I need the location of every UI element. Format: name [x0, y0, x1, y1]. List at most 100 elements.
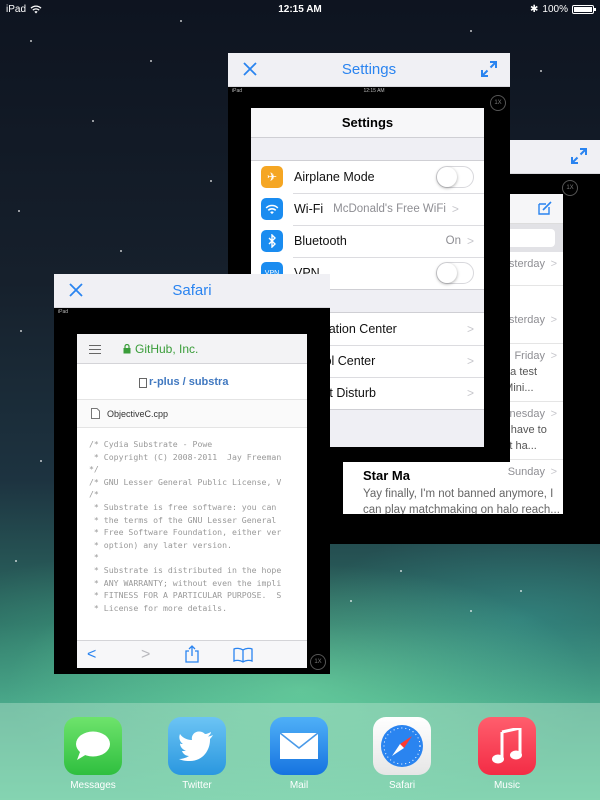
code-block: /* Cydia Substrate - Powe * Copyright (C… — [77, 428, 307, 614]
mail-icon[interactable] — [270, 717, 328, 775]
twitter-icon[interactable] — [168, 717, 226, 775]
dock-app-label: Messages — [70, 780, 116, 791]
lock-icon — [123, 344, 131, 354]
battery-percent: 100% — [542, 3, 568, 15]
card-title: Safari — [172, 282, 212, 299]
battery-icon — [572, 4, 596, 14]
mail-date: nesday — [509, 408, 545, 420]
messages-icon[interactable] — [64, 717, 122, 775]
device-name: iPad — [6, 3, 27, 15]
share-icon[interactable] — [185, 645, 199, 663]
dock-app-label: Mail — [289, 780, 309, 791]
airplane-mode-toggle[interactable] — [436, 166, 474, 188]
safari-toolbar: < > — [77, 640, 307, 668]
safari-card-titlebar[interactable]: Safari — [54, 274, 330, 308]
mail-date: sterday — [508, 314, 545, 326]
zoom-badge[interactable]: 1X — [562, 180, 578, 196]
dock-app-twitter[interactable]: Twitter — [162, 717, 232, 791]
expand-icon[interactable] — [570, 147, 588, 165]
code-line: * License for more details. — [89, 602, 228, 613]
dock-app-safari[interactable]: Safari — [367, 717, 437, 791]
mini-status-bar: iPad — [54, 308, 330, 316]
code-line: /* Cydia Substrate - Powe — [89, 439, 213, 449]
settings-row-label: Bluetooth — [294, 234, 347, 248]
airplane-icon: ✈ — [261, 166, 283, 188]
zoom-badge[interactable]: 1X — [310, 654, 326, 670]
code-line: * Copyright (C) 2008-2011 Jay Freeman — [89, 451, 282, 462]
compose-icon[interactable] — [537, 200, 553, 216]
back-icon[interactable]: < — [87, 646, 96, 664]
settings-row-label: Wi-Fi — [294, 202, 324, 216]
chevron-right-icon: > — [466, 234, 474, 248]
file-icon — [91, 408, 100, 419]
file-name: ObjectiveC.cpp — [107, 409, 169, 419]
dock-app-messages[interactable]: Messages — [58, 717, 128, 791]
code-line: * — [89, 552, 99, 563]
breadcrumb: r-plus / substra — [77, 364, 307, 400]
url-text: GitHub, Inc. — [135, 342, 199, 356]
settings-card-titlebar[interactable]: Settings — [228, 53, 510, 87]
breadcrumb-path[interactable]: r-plus / substra — [149, 376, 228, 388]
code-line: * Substrate is free software: you can — [89, 501, 277, 512]
chevron-right-icon: > — [466, 354, 474, 368]
wifi-icon — [261, 198, 283, 220]
code-line: * the terms of the GNU Lesser General — [89, 514, 277, 525]
settings-row-wifi[interactable]: Wi-Fi McDonald's Free WiFi > — [251, 193, 484, 225]
mail-date: Friday — [514, 350, 545, 362]
close-icon[interactable] — [66, 280, 86, 300]
address-bar[interactable]: GitHub, Inc. — [77, 334, 307, 364]
wifi-icon — [30, 4, 42, 13]
safari-icon[interactable] — [373, 717, 431, 775]
settings-row-airplane-mode[interactable]: ✈ Airplane Mode — [251, 161, 484, 193]
mini-status-bar: iPad 12:15 AM — [228, 87, 510, 95]
mail-sender: Star Ma — [363, 468, 410, 483]
dock-app-mail[interactable]: Mail — [264, 717, 334, 791]
clock: 12:15 AM — [363, 88, 385, 94]
card-title: Settings — [341, 61, 397, 78]
close-icon[interactable] — [240, 59, 260, 79]
dock-app-label: Safari — [388, 780, 416, 791]
code-line: * Free Software Foundation, either ver — [89, 527, 282, 538]
mail-date: Sunday — [507, 466, 545, 478]
code-line: /* GNU Lesser General Public License, V — [89, 476, 282, 487]
mail-preview-line: can play matchmaking on halo reach... — [363, 504, 560, 514]
safari-app-card[interactable]: iPad GitHub, Inc. r-plus / substra Objec… — [54, 308, 330, 674]
dock-app-music[interactable]: Music — [472, 717, 542, 791]
code-line: * Substrate is distributed in the hope — [89, 564, 282, 575]
bookmarks-icon[interactable] — [233, 647, 253, 663]
file-header: ObjectiveC.cpp — [77, 400, 307, 428]
settings-nav-title: Settings — [251, 108, 484, 138]
safari-screen: GitHub, Inc. r-plus / substra ObjectiveC… — [77, 334, 307, 668]
settings-row-label: Airplane Mode — [294, 170, 375, 184]
menu-icon[interactable] — [89, 345, 101, 357]
bluetooth-status-icon: ✱ — [530, 3, 539, 15]
chevron-right-icon: > — [451, 202, 459, 216]
dock-app-label: Twitter — [182, 780, 212, 791]
code-line: */ — [89, 464, 99, 475]
device-name: iPad — [232, 88, 243, 94]
code-line: /* — [89, 489, 99, 500]
code-line: * FITNESS FOR A PARTICULAR PURPOSE. S — [89, 590, 282, 601]
code-line: * ANY WARRANTY; without even the impli — [89, 577, 282, 588]
forward-icon[interactable]: > — [141, 646, 150, 664]
music-icon[interactable] — [478, 717, 536, 775]
clock: 12:15 AM — [278, 3, 322, 15]
dock-app-label: Music — [493, 780, 521, 791]
mail-preview-line: Yay finally, I'm not banned anymore, I — [363, 488, 554, 500]
code-line: * option) any later version. — [89, 539, 232, 550]
chevron-right-icon: > — [466, 386, 474, 400]
wifi-network-value: McDonald's Free WiFi — [333, 203, 446, 215]
settings-group-connectivity: ✈ Airplane Mode Wi-Fi McDonald's Free Wi… — [251, 160, 484, 290]
bluetooth-icon — [261, 230, 283, 252]
vpn-toggle[interactable] — [436, 262, 474, 284]
mail-row[interactable]: Star Ma Sunday > Yay finally, I'm not ban… — [343, 460, 563, 514]
mail-date: sterday — [508, 258, 545, 270]
device-name: iPad — [58, 309, 69, 315]
settings-row-bluetooth[interactable]: Bluetooth On > — [251, 225, 484, 257]
status-bar: iPad 12:15 AM ✱ 100% — [0, 0, 600, 18]
expand-icon[interactable] — [480, 60, 498, 78]
zoom-badge[interactable]: 1X — [490, 95, 506, 111]
repo-icon — [139, 378, 147, 388]
chevron-right-icon: > — [466, 322, 474, 336]
dock: Messages Twitter Mail Safari Music — [0, 703, 600, 800]
